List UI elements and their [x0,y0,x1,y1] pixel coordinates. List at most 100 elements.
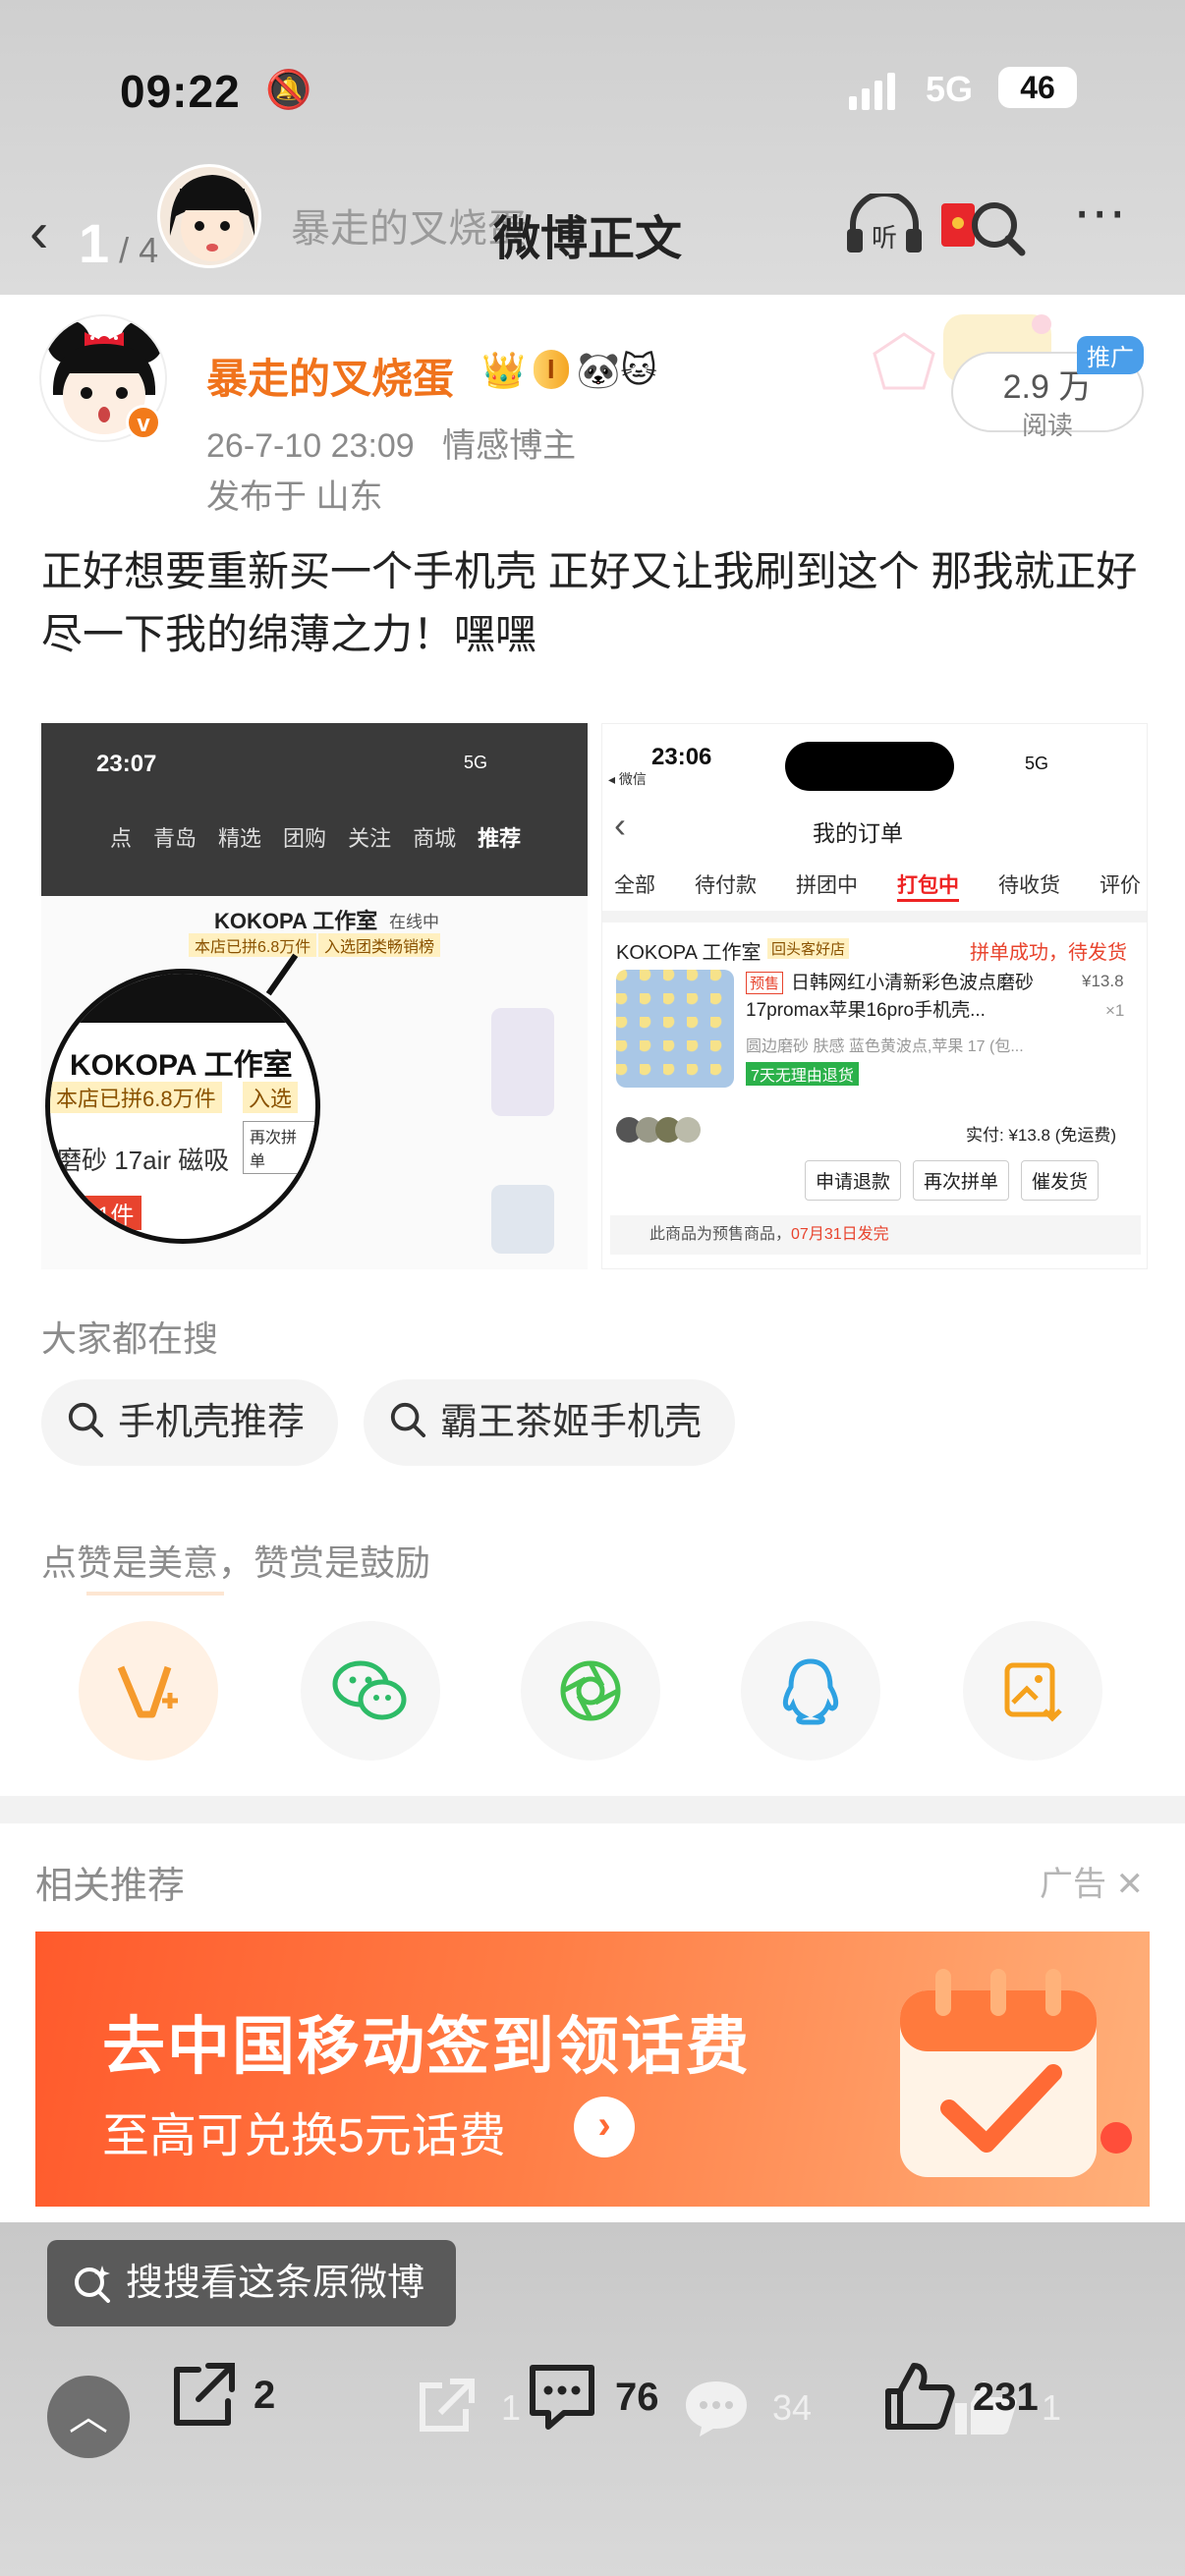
search-chip-label: 霸王茶姬手机壳 [440,1402,703,1443]
share-qq-button[interactable] [741,1621,880,1761]
repost-button[interactable]: 2 [165,2358,275,2433]
post-timestamp: 26-7-10 23:09 [206,427,415,465]
close-icon: ✕ [1115,1866,1144,1903]
emoji-badges: 🐼🐱 [576,350,657,390]
header-avatar[interactable] [157,164,261,268]
search-icon [68,1402,104,1438]
post-location: 发布于 山东 [206,478,383,516]
image2-product-image [616,970,734,1088]
search-sparkle-icon [75,2266,110,2303]
repost-count: 2 [254,2373,276,2417]
back-icon[interactable]: ‹ [29,199,48,265]
reward-icon [117,1665,178,1718]
moments-icon [560,1660,621,1721]
image2-qty: ×1 [1105,1001,1125,1020]
comment-icon [530,2365,594,2430]
status-time: 09:22 [120,66,241,117]
scroll-top-button[interactable]: ︿ [47,2376,130,2458]
image1-shop-badge: 本店已拼6.8万件 [189,933,317,957]
ghost-like-count: 1 [1042,2387,1062,2428]
qq-icon [782,1658,839,1725]
page-indicator: 1 / 4 [79,212,159,274]
crown-icon: 👑 [481,350,526,390]
save-image-icon [1004,1662,1062,1722]
verified-badge-icon: v [126,405,161,440]
post-header: ‹ 1 / 4 暴走的叉烧蛋 微博正文 听 ⋯ [0,162,1185,280]
comment-button[interactable]: 76 [523,2358,659,2436]
signal-icon [849,73,900,110]
image2-paid: 实付: ¥13.8 (免运费) [966,1126,1117,1145]
mute-icon: 🔕 [265,70,312,111]
author-name[interactable]: 暴走的叉烧蛋 [206,346,454,406]
image2-order-tabs: 全部 待付款 拼团中 打包中 待收货 评价 [614,869,1141,902]
image2-time: 23:06 [651,744,712,770]
image1-magnified-badge2: 入选 [243,1082,299,1113]
status-bar: 09:22 🔕 5G 46 [0,61,1185,120]
image1-shop-status: 在线中 [389,913,439,931]
search-original-post-button[interactable]: 搜搜看这条原微博 [47,2240,457,2326]
recommend-title: 相关推荐 [35,1866,186,1907]
read-label: 阅读 [1021,411,1073,440]
author-category: 情感博主 [442,427,577,465]
image1-header [41,723,588,896]
image1-product-thumb-2 [491,1185,554,1254]
image1-magnified-badge: 本店已拼6.8万件 [50,1082,222,1113]
like-button[interactable]: 231 [880,2358,1039,2436]
image2-order-status: 拼单成功，待发货 [970,942,1127,964]
image1-shop-badge2: 入选团类畅销榜 [318,933,441,957]
image1-reorder-button: 再次拼单 [243,1121,315,1174]
post-image-2[interactable]: 23:06 ◂ 微信 5G 我的订单 ‹ 全部 待付款 拼团中 打包中 待收货 评价 … [601,723,1148,1269]
network-type: 5G [926,69,974,109]
section-divider [0,1796,1185,1823]
post-meta: 26-7-10 23:09 情感博主 [206,419,576,467]
image1-time: 23:07 [96,751,157,777]
reward-button[interactable] [79,1621,218,1761]
author-badges[interactable]: 👑 I 🐼🐱 [481,350,657,391]
top-bar: 09:22 🔕 5G 46 ‹ 1 / 4 暴走的叉烧蛋 微博正文 听 ⋯ [0,0,1185,295]
image2-back-icon: ‹ [614,805,626,845]
image2-group-avatars [616,1117,701,1143]
more-icon[interactable]: ⋯ [1073,182,1128,244]
header-author-name[interactable]: 暴走的叉烧蛋 [291,196,527,253]
level-badge: I [533,350,569,389]
page-title: 微博正文 [493,213,683,265]
share-moments-button[interactable] [521,1621,660,1761]
image2-notice: 此商品为预售商品，07月31日发完 [610,1215,1141,1255]
calendar-icon [900,1969,1132,2177]
wechat-icon [332,1660,407,1720]
ad-close-button[interactable]: 广告 ✕ [1040,1857,1144,1905]
svg-text:听: 听 [872,224,897,253]
image2-guarantee: 7天无理由退货 [746,1062,859,1086]
ad-banner[interactable]: 去中国移动签到领话费 至高可兑换5元话费 › [35,1932,1150,2207]
ghost-repost-icon [413,2376,478,2443]
save-image-button[interactable] [963,1621,1102,1761]
image2-price: ¥13.8 [1082,972,1124,990]
reward-indicator [86,1592,224,1596]
promo-tag: 推广 [1077,336,1144,374]
ghost-comment-icon [682,2376,751,2447]
image2-product-title: 日韩网红小清新彩色波点磨砂17promax苹果16pro手机壳... [746,973,1035,1021]
red-packet-search-icon[interactable] [939,194,1034,274]
image1-shop-name: KOKOPA 工作室 [214,909,378,933]
image1-product-name: 磨砂 17air 磁吸 [56,1146,230,1175]
search-section-title: 大家都在搜 [41,1318,219,1359]
battery-level: 46 [998,67,1077,108]
ghost-comment-count: 34 [772,2387,813,2428]
image1-magnified-name: KOKOPA 工作室 [70,1049,293,1082]
search-chip-2[interactable]: 霸王茶姬手机壳 [364,1379,736,1466]
image2-spec: 圆边磨砂 肤感 蓝色黄波点,苹果 17 (包... [746,1038,1024,1055]
search-chip-label: 手机壳推荐 [118,1402,306,1443]
search-chip-1[interactable]: 手机壳推荐 [41,1379,339,1466]
ghost-repost-count: 1 [501,2387,522,2428]
listen-icon[interactable]: 听 [843,191,926,268]
image2-title: 我的订单 [813,820,903,846]
repost-icon [174,2363,235,2426]
post-text: 正好想要重新买一个手机壳 正好又让我刷到这个 那我就正好尽一下我的绵薄之力！嘿嘿 [41,548,1138,657]
share-wechat-button[interactable] [301,1621,440,1761]
post-image-1[interactable]: 23:07 5G 点青岛 精选 团购 关注 商城 推荐 KOKOPA 工作室 在线中 … [41,723,588,1269]
image1-magnifier: KOKOPA 工作室 本店已拼6.8万件 入选 磨砂 17air 磁吸 1491… [45,969,320,1244]
search-icon [390,1402,426,1438]
search-original-label: 搜搜看这条原微博 [126,2263,425,2304]
image1-product-thumb [491,1008,554,1116]
banner-subtitle: 至高可兑换5元话费 [102,2110,506,2162]
